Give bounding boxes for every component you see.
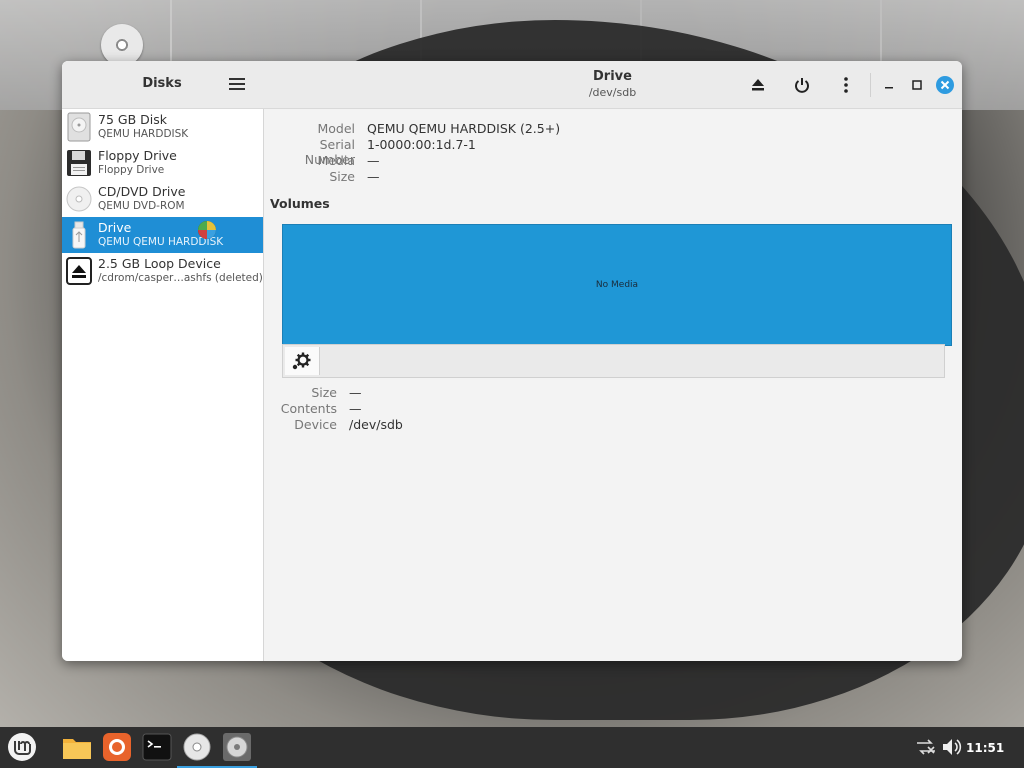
no-media-text: No Media [595, 280, 639, 290]
maximize-button[interactable] [907, 75, 927, 95]
clock[interactable]: 11:51 [966, 741, 1004, 755]
network-disconnected-icon[interactable] [914, 731, 938, 763]
taskbar: 11:51 [0, 727, 1024, 768]
device-item-75gb-disk[interactable]: 75 GB Disk QEMU HARDDISK [62, 109, 263, 145]
files-folder-icon[interactable] [61, 731, 93, 763]
device-item-cd-dvd-drive[interactable]: CD/DVD Drive QEMU DVD-ROM [62, 181, 263, 217]
busy-cursor-icon [198, 221, 216, 239]
drive-subtitle: /dev/sdb [588, 86, 637, 99]
volume-device-label: Device [294, 417, 337, 432]
volume-icon[interactable] [940, 731, 964, 763]
drive-header: Drive /dev/sdb [263, 61, 962, 109]
mint-menu-icon[interactable] [6, 731, 38, 763]
disc-burner-icon[interactable] [181, 731, 213, 763]
eject-button[interactable] [748, 75, 768, 95]
disks-window: Disks 75 GB Disk QEMU HARDDISK Floppy Dr… [62, 61, 962, 661]
volume-size-label: Size [311, 385, 337, 400]
drive-title: Drive [593, 69, 632, 84]
device-item-loop-device[interactable]: 2.5 GB Loop Device /cdrom/casper…ashfs (… [62, 253, 263, 289]
gear-icon[interactable] [285, 347, 320, 375]
size-value: — [367, 169, 380, 184]
close-button[interactable] [935, 75, 955, 95]
device-item-drive[interactable]: Drive QEMU QEMU HARDDISK [62, 217, 263, 253]
volume-toolbar [282, 344, 945, 378]
serial-number-value: 1-0000:00:1d.7-1 [367, 137, 476, 152]
size-label: Size [329, 169, 355, 184]
header-separator [870, 73, 871, 97]
device-subtitle: QEMU HARDDISK [98, 128, 189, 140]
device-name: 75 GB Disk [98, 112, 167, 127]
model-value: QEMU QEMU HARDDISK (2.5+) [367, 121, 561, 136]
drive-options-menu-button[interactable] [836, 75, 856, 95]
volume-contents-value: — [349, 401, 362, 416]
volumes-heading: Volumes [270, 196, 330, 211]
hamburger-menu-icon[interactable] [228, 75, 246, 93]
volume-size-value: — [349, 385, 362, 400]
volume-map[interactable]: No Media [282, 224, 952, 346]
model-label: Model [317, 121, 355, 136]
device-sidebar: Disks 75 GB Disk QEMU HARDDISK Floppy Dr… [62, 61, 264, 661]
device-item-floppy-drive[interactable]: Floppy Drive Floppy Drive [62, 145, 263, 181]
terminal-icon[interactable] [141, 731, 173, 763]
device-name: CD/DVD Drive [98, 184, 186, 199]
desktop-cd-icon[interactable] [101, 24, 143, 66]
volume-contents-label: Contents [280, 401, 337, 416]
power-off-button[interactable] [792, 75, 812, 95]
media-label: Media [317, 153, 355, 168]
media-value: — [367, 153, 380, 168]
volume-device-value: /dev/sdb [349, 417, 403, 432]
floppy-icon [67, 150, 91, 176]
usb-drive-icon [72, 221, 86, 249]
eject-icon [66, 257, 92, 285]
device-subtitle: QEMU DVD-ROM [98, 200, 185, 212]
device-subtitle: /cdrom/casper…ashfs (deleted) [98, 272, 263, 284]
device-name: Drive [98, 220, 132, 235]
optical-disc-icon [66, 186, 92, 212]
device-subtitle: Floppy Drive [98, 164, 165, 176]
firefox-icon[interactable] [101, 731, 133, 763]
disks-app-icon[interactable] [221, 731, 253, 763]
device-name: Floppy Drive [98, 148, 177, 163]
sidebar-header: Disks [62, 61, 263, 109]
device-name: 2.5 GB Loop Device [98, 256, 221, 271]
minimize-button[interactable] [879, 75, 899, 95]
hard-disk-icon [67, 112, 91, 142]
